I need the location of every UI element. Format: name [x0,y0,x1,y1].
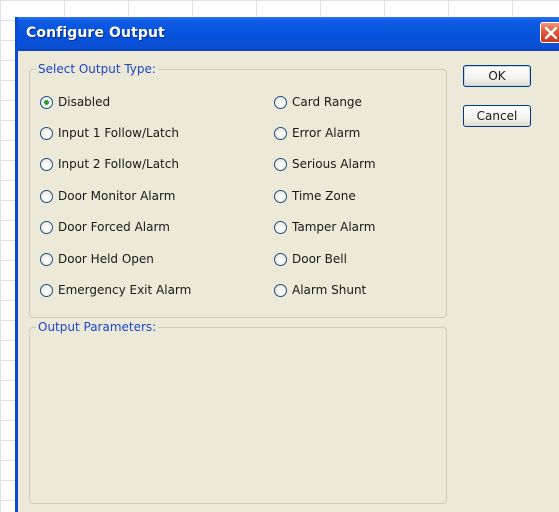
select-output-type-group: Select Output Type: Disabled Input 1 Fol… [29,62,447,318]
close-icon [544,26,558,40]
radio-button[interactable] [274,220,287,234]
radio-label: Input 1 Follow/Latch [58,126,179,140]
radio-emergency-exit-alarm[interactable]: Emergency Exit Alarm [40,282,191,298]
select-output-type-legend: Select Output Type: [36,62,158,76]
radio-button[interactable] [40,126,53,140]
radio-alarm-shunt[interactable]: Alarm Shunt [274,282,366,298]
radio-button[interactable] [40,220,53,234]
radio-label: Serious Alarm [292,157,376,171]
radio-button[interactable] [40,252,53,266]
radio-label: Card Range [292,95,362,109]
radio-label: Door Monitor Alarm [58,189,176,203]
radio-door-bell[interactable]: Door Bell [274,251,347,267]
radio-button[interactable] [274,126,287,140]
radio-input-1-follow-latch[interactable]: Input 1 Follow/Latch [40,125,179,141]
radio-door-monitor-alarm[interactable]: Door Monitor Alarm [40,188,175,204]
radio-button[interactable] [40,283,53,297]
radio-label: Alarm Shunt [292,283,367,297]
radio-button[interactable] [40,189,53,203]
radio-time-zone[interactable]: Time Zone [274,188,356,204]
radio-label: Error Alarm [292,126,361,140]
radio-serious-alarm[interactable]: Serious Alarm [274,156,376,172]
radio-label: Door Held Open [58,252,154,266]
radio-label: Emergency Exit Alarm [58,283,192,297]
radio-card-range[interactable]: Card Range [274,94,362,110]
radio-button[interactable] [274,283,287,297]
close-button[interactable] [540,22,559,43]
configure-output-dialog: Configure Output Select Output Type: Dis… [15,17,559,512]
radio-label: Input 2 Follow/Latch [58,157,179,171]
dialog-titlebar[interactable]: Configure Output [18,17,559,51]
radio-button[interactable] [40,157,53,171]
radio-label: Door Bell [292,252,347,266]
radio-input-2-follow-latch[interactable]: Input 2 Follow/Latch [40,156,179,172]
background-spreadsheet-grid [0,0,559,17]
cancel-button[interactable]: Cancel [463,105,531,127]
radio-button[interactable] [274,189,287,203]
radio-button-selected[interactable] [40,95,53,109]
radio-error-alarm[interactable]: Error Alarm [274,125,360,141]
radio-label: Time Zone [292,189,356,203]
radio-label: Door Forced Alarm [58,220,170,234]
radio-label: Disabled [58,95,111,109]
dialog-title: Configure Output [26,25,165,41]
radio-button[interactable] [274,95,287,109]
radio-button[interactable] [274,252,287,266]
ok-button[interactable]: OK [463,65,531,87]
radio-label: Tamper Alarm [292,220,376,234]
radio-door-forced-alarm[interactable]: Door Forced Alarm [40,219,170,235]
radio-disabled[interactable]: Disabled [40,94,110,110]
output-parameters-group: Output Parameters: [29,320,447,504]
radio-tamper-alarm[interactable]: Tamper Alarm [274,219,375,235]
radio-button[interactable] [274,157,287,171]
output-parameters-legend: Output Parameters: [36,320,159,334]
radio-door-held-open[interactable]: Door Held Open [40,251,154,267]
